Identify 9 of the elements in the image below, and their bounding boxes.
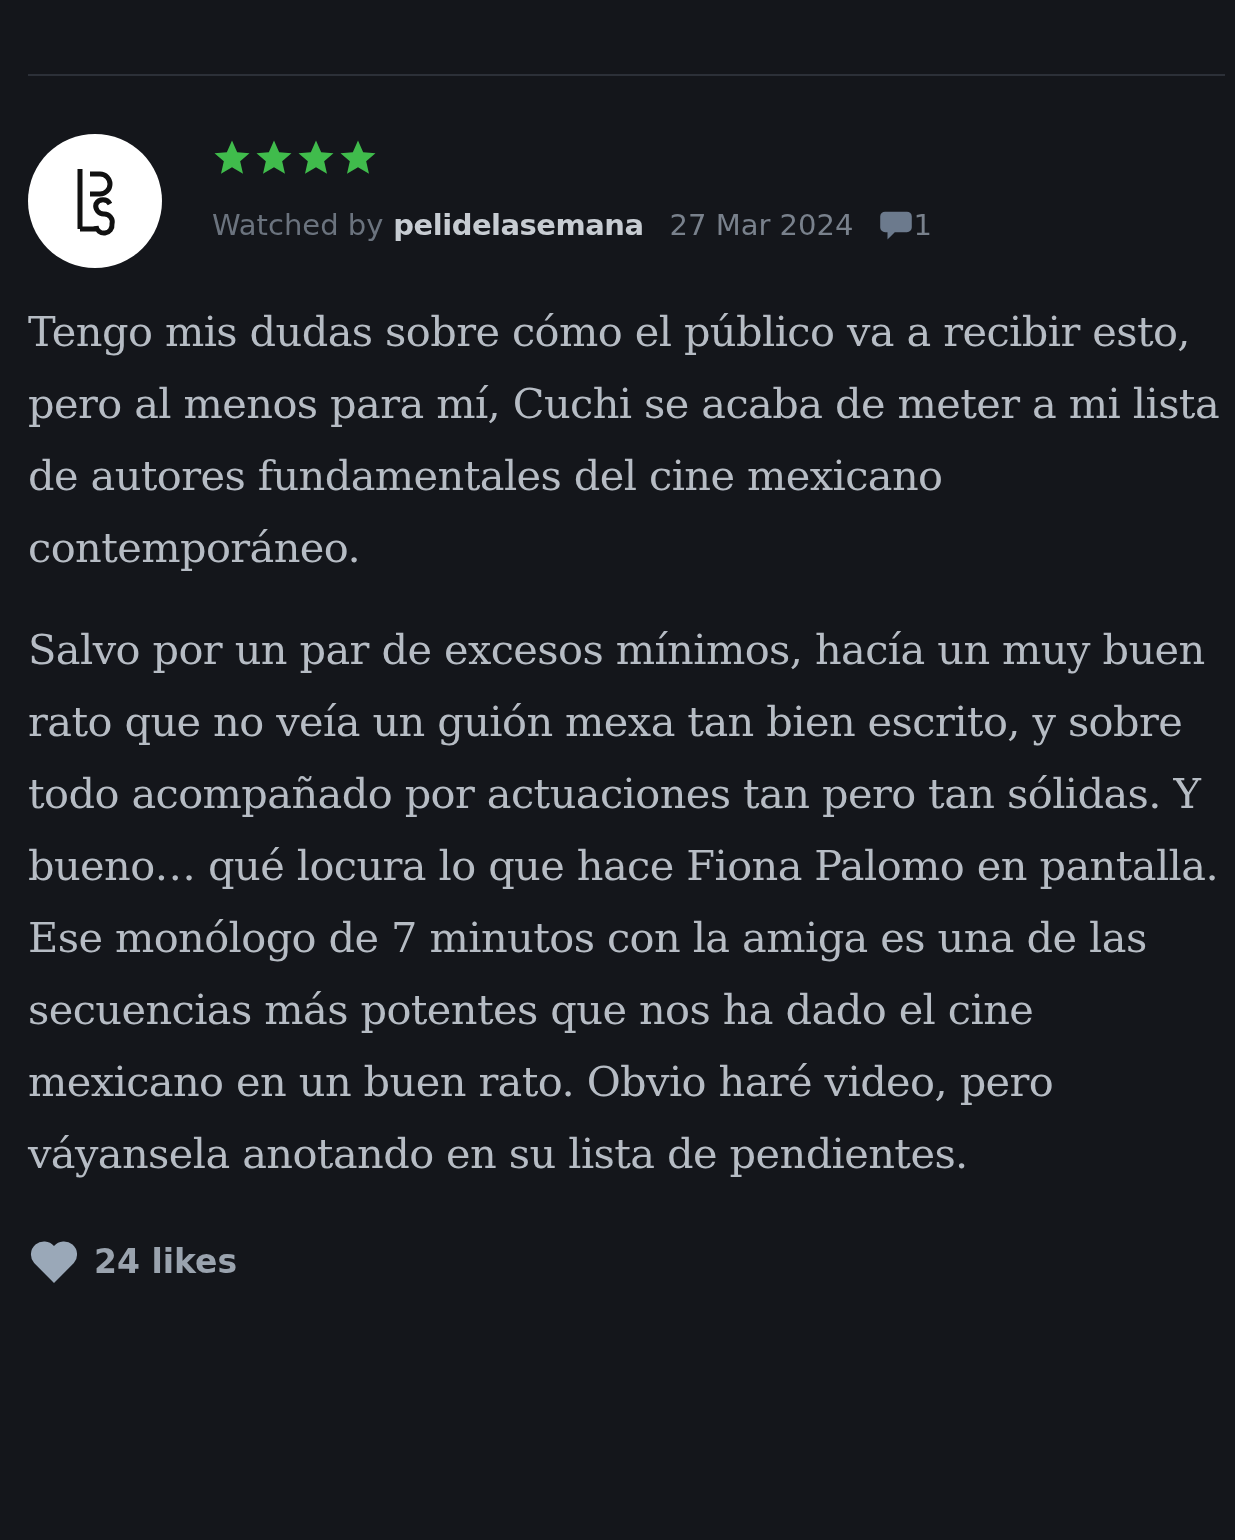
review-paragraph: Salvo por un par de excesos mínimos, hacía un muy buen rato que no veía un guión mexa tan bien escrito, y sobre todo acompañado por actuaciones tan pero tan sólidas. Y bueno… qué locura lo que hace Fiona Palomo en pantalla. Ese monólogo de 7 minutos con la amiga es una de las secuencias más potentes que nos ha dado el cine mexicano en un buen rato. Obvio haré video, pero váyansela anotando en su lista de pendientes. <box>28 624 1219 1180</box>
username-link[interactable]: pelidelasemana <box>393 208 644 242</box>
watched-label: Watched by <box>212 208 384 242</box>
likes-count: 24 likes <box>94 1241 238 1281</box>
heart-icon[interactable] <box>28 1238 80 1284</box>
review-date: 27 Mar 2024 <box>669 208 854 242</box>
comment-count: 1 <box>913 208 932 242</box>
avatar[interactable] <box>28 134 162 268</box>
review-paragraph: Tengo mis dudas sobre cómo el público va a recibir esto, pero al menos para mí, Cuchi se acaba de meter a mi lista de autores fundamentales del cine mexicano contemporáneo. <box>28 306 1221 574</box>
